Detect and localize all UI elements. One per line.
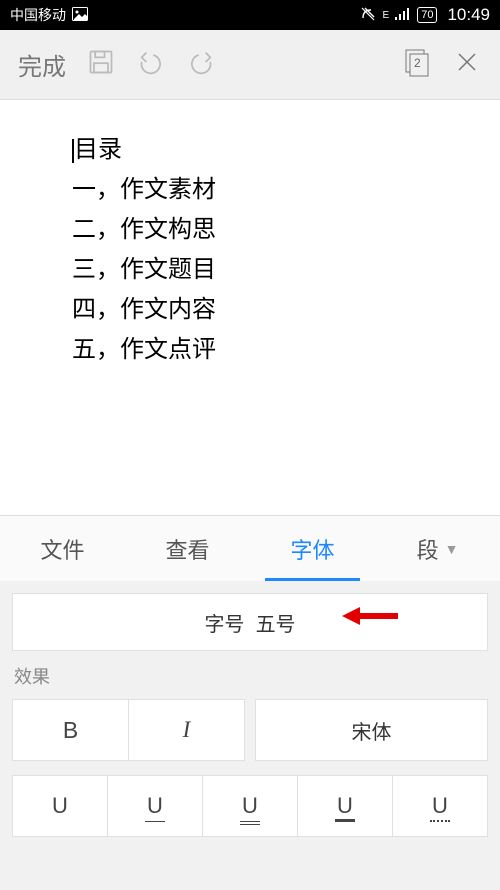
tab-paragraph[interactable]: 段▼ [375,516,500,581]
document-canvas[interactable]: 目录 一，作文素材 二，作文构思 三，作文题目 四，作文内容 五，作文点评 [0,100,500,515]
bold-button[interactable]: B [13,700,128,760]
underline-none-button[interactable]: U [13,776,107,836]
style-group: B I [12,699,245,761]
font-panel: 字号 五号 效果 B I 宋体 U U U U U [0,581,500,890]
redo-icon [187,48,215,76]
doc-line: 目录 [72,130,500,170]
font-size-value: 五号 [256,608,296,637]
battery-icon: 70 [417,7,437,23]
annotation-arrow-icon [340,603,400,629]
doc-line: 五，作文点评 [72,330,500,370]
doc-line: 四，作文内容 [72,290,500,330]
tab-view[interactable]: 查看 [125,516,250,581]
carrier-label: 中国移动 [10,5,66,25]
clock-label: 10:49 [447,5,490,25]
doc-line: 一，作文素材 [72,170,500,210]
tab-font[interactable]: 字体 [250,516,375,581]
done-button[interactable]: 完成 [8,47,76,82]
close-button[interactable] [442,49,492,80]
font-size-label: 字号 [204,608,244,637]
font-size-button[interactable]: 字号 五号 [12,593,488,651]
underline-single-button[interactable]: U [107,776,202,836]
doc-line: 三，作文题目 [72,250,500,290]
undo-button[interactable] [126,48,176,81]
save-icon [87,48,115,76]
tab-file[interactable]: 文件 [0,516,125,581]
italic-button[interactable]: I [128,700,244,760]
image-icon [72,7,88,24]
save-button[interactable] [76,48,126,81]
network-e-label: E [383,10,390,21]
redo-button[interactable] [176,48,226,81]
underline-double-button[interactable]: U [202,776,297,836]
effects-section-label: 效果 [14,663,488,689]
underline-group: U U U U U [12,775,488,837]
underline-dotted-button[interactable]: U [392,776,487,836]
editor-toolbar: 完成 2 [0,30,500,100]
format-tabs: 文件 查看 字体 段▼ [0,515,500,581]
page-number: 2 [414,56,421,70]
vibrate-icon [359,5,377,26]
chevron-down-icon: ▼ [445,541,459,557]
signal-icon [395,7,411,23]
font-family-button[interactable]: 宋体 [255,699,488,761]
undo-icon [137,48,165,76]
underline-thick-button[interactable]: U [297,776,392,836]
page-indicator-button[interactable]: 2 [392,46,442,83]
close-icon [456,51,478,73]
doc-line: 二，作文构思 [72,210,500,250]
status-bar: 中国移动 E 70 10:49 [0,0,500,30]
